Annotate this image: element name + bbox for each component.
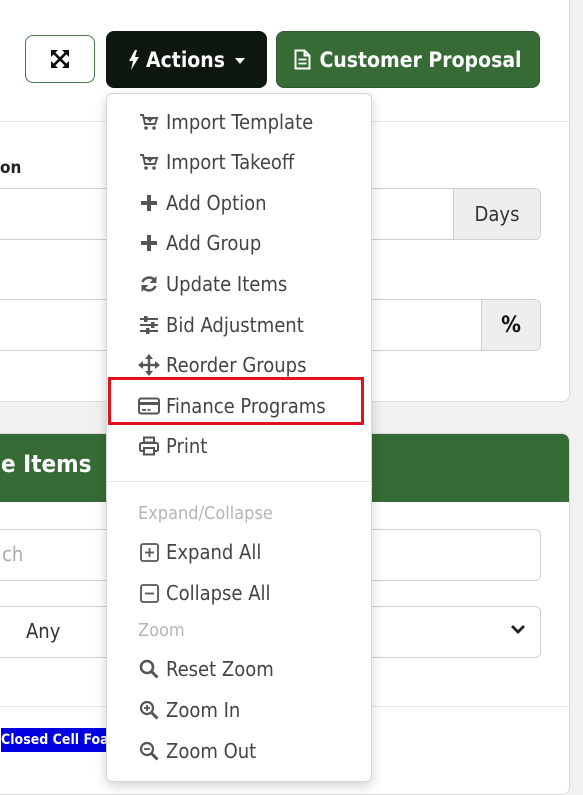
cart-icon bbox=[138, 151, 160, 173]
chevron-down-icon bbox=[511, 625, 525, 634]
menu-item-label: Zoom Out bbox=[166, 739, 257, 763]
search-placeholder: ch bbox=[2, 542, 24, 566]
plus-icon bbox=[138, 192, 160, 214]
menu-item-label: Update Items bbox=[166, 272, 288, 296]
menu-item-zoom-out[interactable]: Zoom Out bbox=[138, 735, 256, 767]
menu-divider bbox=[107, 481, 371, 482]
menu-item-print[interactable]: Print bbox=[138, 430, 207, 462]
field-label: on bbox=[0, 158, 22, 178]
refresh-icon bbox=[138, 273, 160, 295]
plus-square-icon bbox=[138, 541, 160, 563]
menu-item-label: Print bbox=[166, 434, 208, 458]
bolt-icon bbox=[128, 49, 139, 70]
zoom-out-icon bbox=[138, 740, 160, 762]
fullscreen-button[interactable] bbox=[25, 35, 95, 83]
menu-item-label: Add Option bbox=[166, 191, 267, 215]
filter-select-value: Any bbox=[26, 619, 61, 643]
menu-header-zoom: Zoom bbox=[138, 620, 185, 641]
menu-item-add-option[interactable]: Add Option bbox=[138, 187, 267, 219]
plus-icon bbox=[138, 232, 160, 254]
menu-item-reset-zoom[interactable]: Reset Zoom bbox=[138, 653, 274, 685]
menu-item-update-items[interactable]: Update Items bbox=[138, 268, 287, 300]
menu-item-add-group[interactable]: Add Group bbox=[138, 227, 261, 259]
menu-item-label: Bid Adjustment bbox=[166, 313, 304, 337]
cart-icon bbox=[138, 111, 160, 133]
menu-item-collapse-all[interactable]: Collapse All bbox=[138, 577, 271, 609]
highlight-annotation bbox=[108, 377, 364, 425]
menu-item-bid-adjustment[interactable]: Bid Adjustment bbox=[138, 309, 304, 341]
item-tag: Closed Cell Foa bbox=[1, 728, 111, 752]
move-arrows-icon bbox=[138, 354, 160, 376]
actions-button[interactable]: Actions bbox=[106, 31, 267, 88]
menu-item-label: Import Template bbox=[166, 110, 314, 134]
menu-item-label: Expand All bbox=[166, 540, 262, 564]
menu-item-label: Reorder Groups bbox=[166, 353, 307, 377]
days-addon: Days bbox=[453, 189, 540, 239]
zoom-in-icon bbox=[138, 699, 160, 721]
line-items-title: e Items bbox=[1, 450, 92, 478]
menu-item-expand-all[interactable]: Expand All bbox=[138, 536, 261, 568]
actions-label: Actions bbox=[145, 47, 225, 72]
menu-item-zoom-in[interactable]: Zoom In bbox=[138, 694, 240, 726]
menu-item-import-template[interactable]: Import Template bbox=[138, 106, 313, 138]
document-icon bbox=[294, 49, 311, 70]
actions-dropdown-menu: Import Template Import Takeoff Add Optio… bbox=[106, 93, 372, 782]
menu-header-expand-collapse: Expand/Collapse bbox=[138, 503, 273, 524]
minus-square-icon bbox=[138, 582, 160, 604]
customer-proposal-button[interactable]: Customer Proposal bbox=[276, 31, 540, 88]
expand-arrows-icon bbox=[51, 50, 69, 68]
menu-item-label: Reset Zoom bbox=[166, 657, 274, 681]
caret-down-icon bbox=[235, 57, 245, 64]
magnifier-icon bbox=[138, 658, 160, 680]
menu-item-import-takeoff[interactable]: Import Takeoff bbox=[138, 146, 294, 178]
menu-item-label: Zoom In bbox=[166, 698, 241, 722]
menu-item-label: Import Takeoff bbox=[166, 150, 295, 174]
printer-icon bbox=[138, 435, 160, 457]
percent-addon: % bbox=[481, 300, 540, 350]
sliders-icon bbox=[138, 314, 160, 336]
menu-item-label: Collapse All bbox=[166, 581, 271, 605]
menu-item-label: Add Group bbox=[166, 231, 262, 255]
customer-proposal-label: Customer Proposal bbox=[319, 47, 522, 72]
